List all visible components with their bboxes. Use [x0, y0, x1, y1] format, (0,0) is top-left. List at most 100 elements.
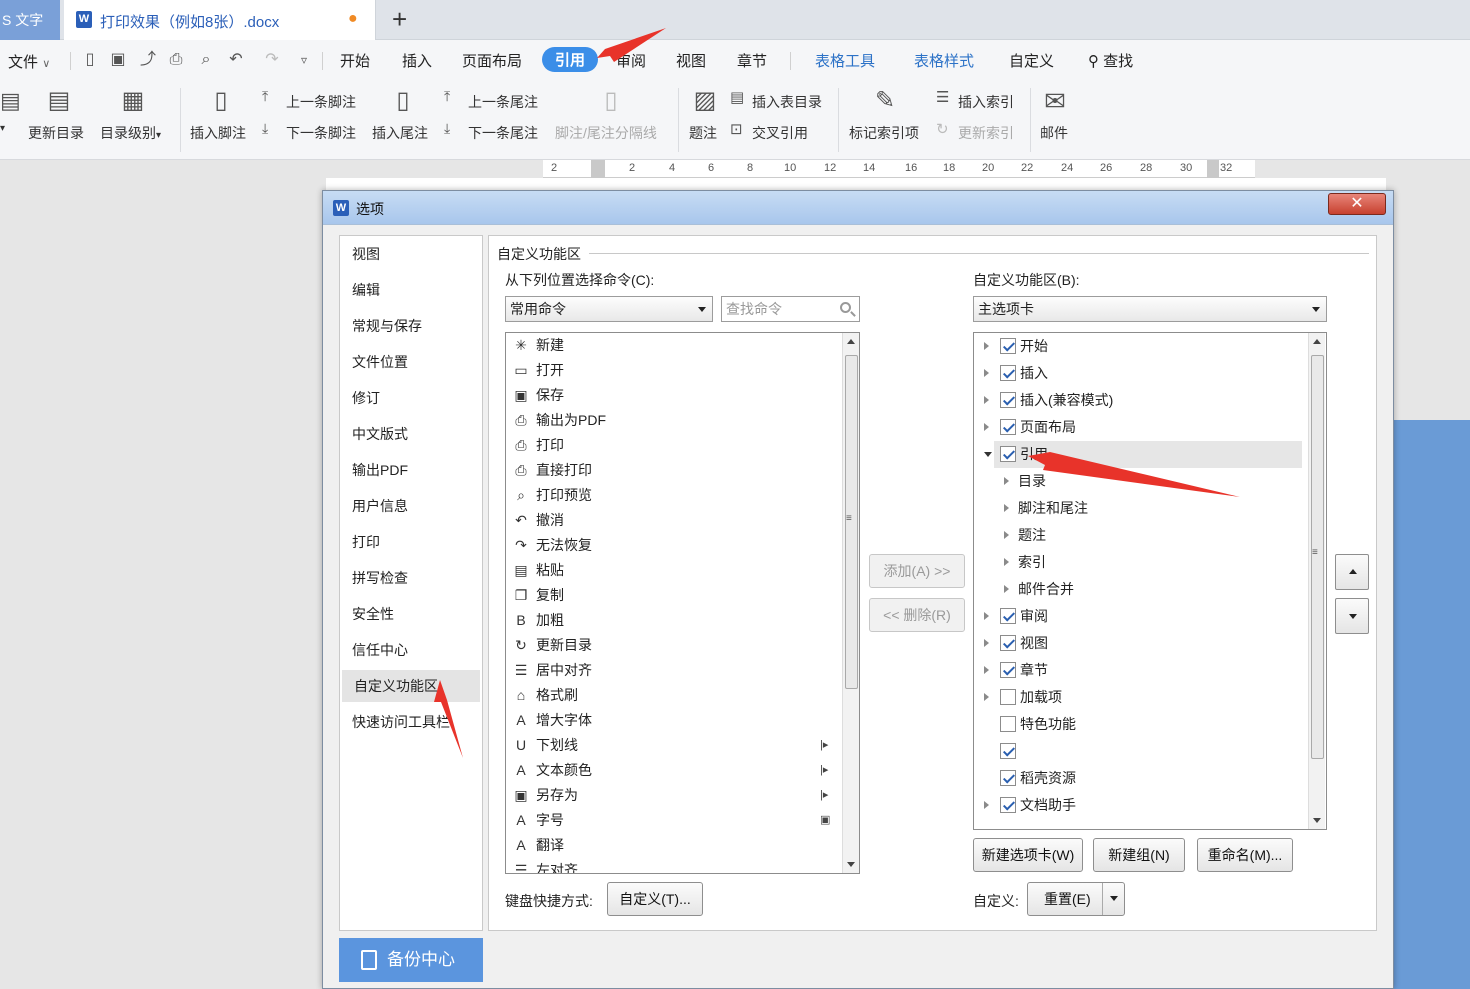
command-item[interactable]: ⎙ 直接打印: [510, 458, 830, 483]
menu-review[interactable]: 审阅: [616, 50, 646, 71]
save-icon[interactable]: ▣: [108, 50, 128, 70]
tab-checkbox[interactable]: [1000, 770, 1016, 786]
expand-triangle-icon[interactable]: [984, 369, 989, 377]
menu-home[interactable]: 开始: [340, 50, 370, 71]
tree-tab-item[interactable]: 开始: [974, 333, 1304, 360]
nav-item-chinese-layout[interactable]: 中文版式: [340, 418, 482, 450]
menu-view[interactable]: 视图: [676, 50, 706, 71]
command-item[interactable]: ⎙ 打印: [510, 433, 830, 458]
tab-checkbox[interactable]: [1000, 365, 1016, 381]
tab-checkbox[interactable]: [1000, 392, 1016, 408]
nav-item-revision[interactable]: 修订: [340, 382, 482, 414]
redo-icon[interactable]: ↷: [262, 50, 282, 70]
menu-insert[interactable]: 插入: [402, 50, 432, 71]
command-item[interactable]: A 文本颜色 |▸: [510, 758, 830, 783]
tree-tab-item[interactable]: 视图: [974, 630, 1304, 657]
customize-shortcut-button[interactable]: 自定义(T)...: [607, 882, 703, 916]
prev-footnote-button[interactable]: 上一条脚注: [286, 92, 356, 112]
new-tab-button[interactable]: 新建选项卡(W): [973, 838, 1083, 872]
command-item[interactable]: ▭ 打开: [510, 358, 830, 383]
file-menu[interactable]: 文件 ∨: [8, 51, 50, 72]
menu-references[interactable]: 引用: [542, 47, 599, 72]
update-toc-button[interactable]: 更新目录: [28, 123, 84, 143]
toc-dropdown-icon[interactable]: ▾: [0, 123, 5, 134]
ribbon-tree[interactable]: 开始 插入 插入(兼容模式) 页面布局 引用 目录 脚注和尾注 题注 索引 邮件合并 审阅 视图 章节加…: [973, 332, 1327, 830]
menu-page-layout[interactable]: 页面布局: [462, 50, 522, 71]
tree-group-item[interactable]: 目录: [974, 468, 1304, 495]
nav-item-edit[interactable]: 编辑: [340, 274, 482, 306]
tree-tab-item[interactable]: [974, 738, 1304, 765]
tree-tab-item[interactable]: 插入: [974, 360, 1304, 387]
export-icon[interactable]: ⤴: [138, 50, 158, 70]
toc-level-button[interactable]: 目录级别▾: [100, 123, 161, 143]
tab-checkbox[interactable]: [1000, 743, 1016, 759]
tree-tab-item[interactable]: 稻壳资源: [974, 765, 1304, 792]
tree-group-item[interactable]: 邮件合并: [974, 576, 1304, 603]
nav-item-security[interactable]: 安全性: [340, 598, 482, 630]
dialog-titlebar[interactable]: W 选项 ✕: [323, 191, 1393, 225]
menu-customize[interactable]: 自定义: [1009, 50, 1054, 71]
close-button[interactable]: ✕: [1328, 193, 1386, 215]
app-tab[interactable]: S 文字: [0, 0, 60, 40]
command-item[interactable]: ✳ 新建: [510, 333, 830, 358]
expand-triangle-icon[interactable]: [1004, 477, 1009, 485]
caption-button[interactable]: 题注: [689, 123, 717, 143]
command-item[interactable]: ⎙ 输出为PDF: [510, 408, 830, 433]
new-tab-button[interactable]: +: [392, 4, 407, 34]
expand-triangle-icon[interactable]: [1004, 558, 1009, 566]
command-item[interactable]: ▣ 保存: [510, 383, 830, 408]
search-command-input[interactable]: 查找命令: [721, 296, 860, 322]
tree-tab-item[interactable]: 章节: [974, 657, 1304, 684]
print-preview-icon[interactable]: ⌕: [196, 50, 216, 70]
tree-tab-item[interactable]: 特色功能: [974, 711, 1304, 738]
command-item[interactable]: ☰ 左对齐: [510, 858, 830, 873]
tab-checkbox[interactable]: [1000, 446, 1016, 462]
command-item[interactable]: ❐ 复制: [510, 583, 830, 608]
tab-checkbox[interactable]: [1000, 716, 1016, 732]
mail-button[interactable]: 邮件: [1040, 123, 1068, 143]
collapse-triangle-icon[interactable]: [984, 452, 992, 457]
command-item[interactable]: ☰ 居中对齐: [510, 658, 830, 683]
scroll-up-icon[interactable]: [1313, 339, 1321, 344]
tree-tab-item[interactable]: 文档助手: [974, 792, 1304, 819]
nav-item-print[interactable]: 打印: [340, 526, 482, 558]
expand-triangle-icon[interactable]: [984, 639, 989, 647]
nav-item-general-save[interactable]: 常规与保存: [340, 310, 482, 342]
tree-tab-item[interactable]: 引用: [984, 441, 1302, 468]
tab-checkbox[interactable]: [1000, 419, 1016, 435]
command-item[interactable]: A 字号 ▣: [510, 808, 830, 833]
insert-endnote-button[interactable]: 插入尾注: [372, 123, 428, 143]
expand-triangle-icon[interactable]: [984, 801, 989, 809]
command-item[interactable]: ⌂ 格式刷: [510, 683, 830, 708]
command-item[interactable]: ↶ 撤消: [510, 508, 830, 533]
toc-icon[interactable]: ▤: [0, 88, 21, 114]
nav-item-user-info[interactable]: 用户信息: [340, 490, 482, 522]
scroll-down-icon[interactable]: [847, 862, 855, 867]
choose-from-select[interactable]: 常用命令: [505, 296, 713, 322]
expand-triangle-icon[interactable]: [1004, 585, 1009, 593]
command-item[interactable]: ▤ 粘贴: [510, 558, 830, 583]
tree-tab-item[interactable]: 审阅: [974, 603, 1304, 630]
next-endnote-button[interactable]: 下一条尾注: [468, 123, 538, 143]
reset-button[interactable]: 重置(E): [1027, 882, 1125, 916]
cross-reference-button[interactable]: 交叉引用: [752, 123, 808, 143]
expand-triangle-icon[interactable]: [984, 693, 989, 701]
nav-item-quick-access-toolbar[interactable]: 快速访问工具栏: [340, 706, 482, 738]
expand-triangle-icon[interactable]: [984, 423, 989, 431]
command-item[interactable]: A 增大字体: [510, 708, 830, 733]
tree-group-item[interactable]: 索引: [974, 549, 1304, 576]
nav-item-file-location[interactable]: 文件位置: [340, 346, 482, 378]
print-icon[interactable]: ⎙: [166, 50, 186, 70]
expand-triangle-icon[interactable]: [984, 612, 989, 620]
nav-item-export-pdf[interactable]: 输出PDF: [340, 454, 482, 486]
menu-table-tools[interactable]: 表格工具: [815, 50, 875, 71]
mark-index-button[interactable]: 标记索引项: [849, 123, 919, 143]
tree-tab-item[interactable]: 加载项: [974, 684, 1304, 711]
commands-scrollbar[interactable]: ≡: [842, 333, 859, 873]
tab-checkbox[interactable]: [1000, 797, 1016, 813]
nav-item-spell-check[interactable]: 拼写检查: [340, 562, 482, 594]
commands-list[interactable]: ✳ 新建 ▭ 打开 ▣ 保存 ⎙ 输出为PDF ⎙ 打印 ⎙ 直接打印 ⌕ 打印预览 ↶ 撤消 ↷ 无法恢复 ▤ 粘贴…: [505, 332, 860, 874]
tree-scrollbar[interactable]: ≡: [1308, 333, 1325, 829]
move-down-button[interactable]: [1335, 598, 1369, 634]
command-item[interactable]: ▣ 另存为 |▸: [510, 783, 830, 808]
